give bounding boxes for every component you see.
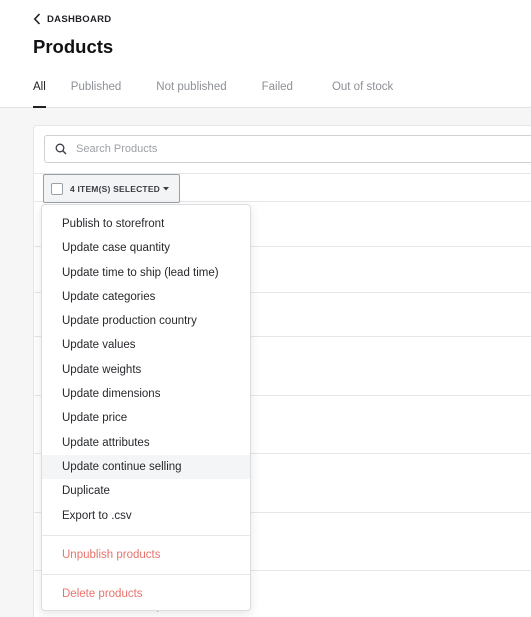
menu-item-publish-to-storefront[interactable]: Publish to storefront <box>42 212 250 236</box>
selected-count-label: 4 ITEM(S) SELECTED <box>70 183 161 194</box>
menu-divider <box>42 574 250 576</box>
menu-item-update-values[interactable]: Update values <box>42 333 250 357</box>
menu-item-update-case-quantity[interactable]: Update case quantity <box>42 236 250 260</box>
menu-item-duplicate[interactable]: Duplicate <box>42 479 250 503</box>
search-input[interactable] <box>76 143 496 155</box>
menu-item-unpublish-products[interactable]: Unpublish products <box>42 543 250 567</box>
menu-item-update-dimensions[interactable]: Update dimensions <box>42 382 250 406</box>
page-header: DASHBOARD Products All Published Not pub… <box>0 0 531 108</box>
bulk-actions-menu: Publish to storefront Update case quanti… <box>41 204 251 611</box>
bulk-actions-dropdown-button[interactable]: 4 ITEM(S) SELECTED <box>43 174 181 203</box>
menu-divider <box>42 534 250 536</box>
select-all-checkbox[interactable] <box>51 182 63 195</box>
bulk-action-bar: 4 ITEM(S) SELECTED <box>34 173 531 203</box>
tab-out-of-stock[interactable]: Out of stock <box>332 70 393 108</box>
search-icon <box>55 143 67 155</box>
menu-item-update-continue-selling[interactable]: Update continue selling <box>42 454 250 480</box>
tab-published[interactable]: Published <box>71 70 122 108</box>
tab-all[interactable]: All <box>33 70 46 108</box>
caret-down-icon <box>163 186 170 190</box>
menu-item-delete-products[interactable]: Delete products <box>42 582 250 606</box>
tab-bar: All Published Not published Failed Out o… <box>33 70 393 108</box>
back-link-label: DASHBOARD <box>47 13 112 25</box>
search-bar <box>44 135 531 163</box>
menu-item-update-categories[interactable]: Update categories <box>42 285 250 309</box>
tab-failed[interactable]: Failed <box>262 70 293 108</box>
menu-item-update-attributes[interactable]: Update attributes <box>42 431 250 455</box>
tab-not-published[interactable]: Not published <box>156 70 226 108</box>
menu-item-update-weights[interactable]: Update weights <box>42 358 250 382</box>
back-to-dashboard-link[interactable]: DASHBOARD <box>33 12 111 26</box>
chevron-left-icon <box>33 13 41 25</box>
menu-item-update-production-country[interactable]: Update production country <box>42 309 250 333</box>
menu-item-export-csv[interactable]: Export to .csv <box>42 504 250 528</box>
menu-item-update-time-to-ship[interactable]: Update time to ship (lead time) <box>42 261 250 285</box>
page-title: Products <box>33 36 114 57</box>
menu-item-update-price[interactable]: Update price <box>42 406 250 430</box>
